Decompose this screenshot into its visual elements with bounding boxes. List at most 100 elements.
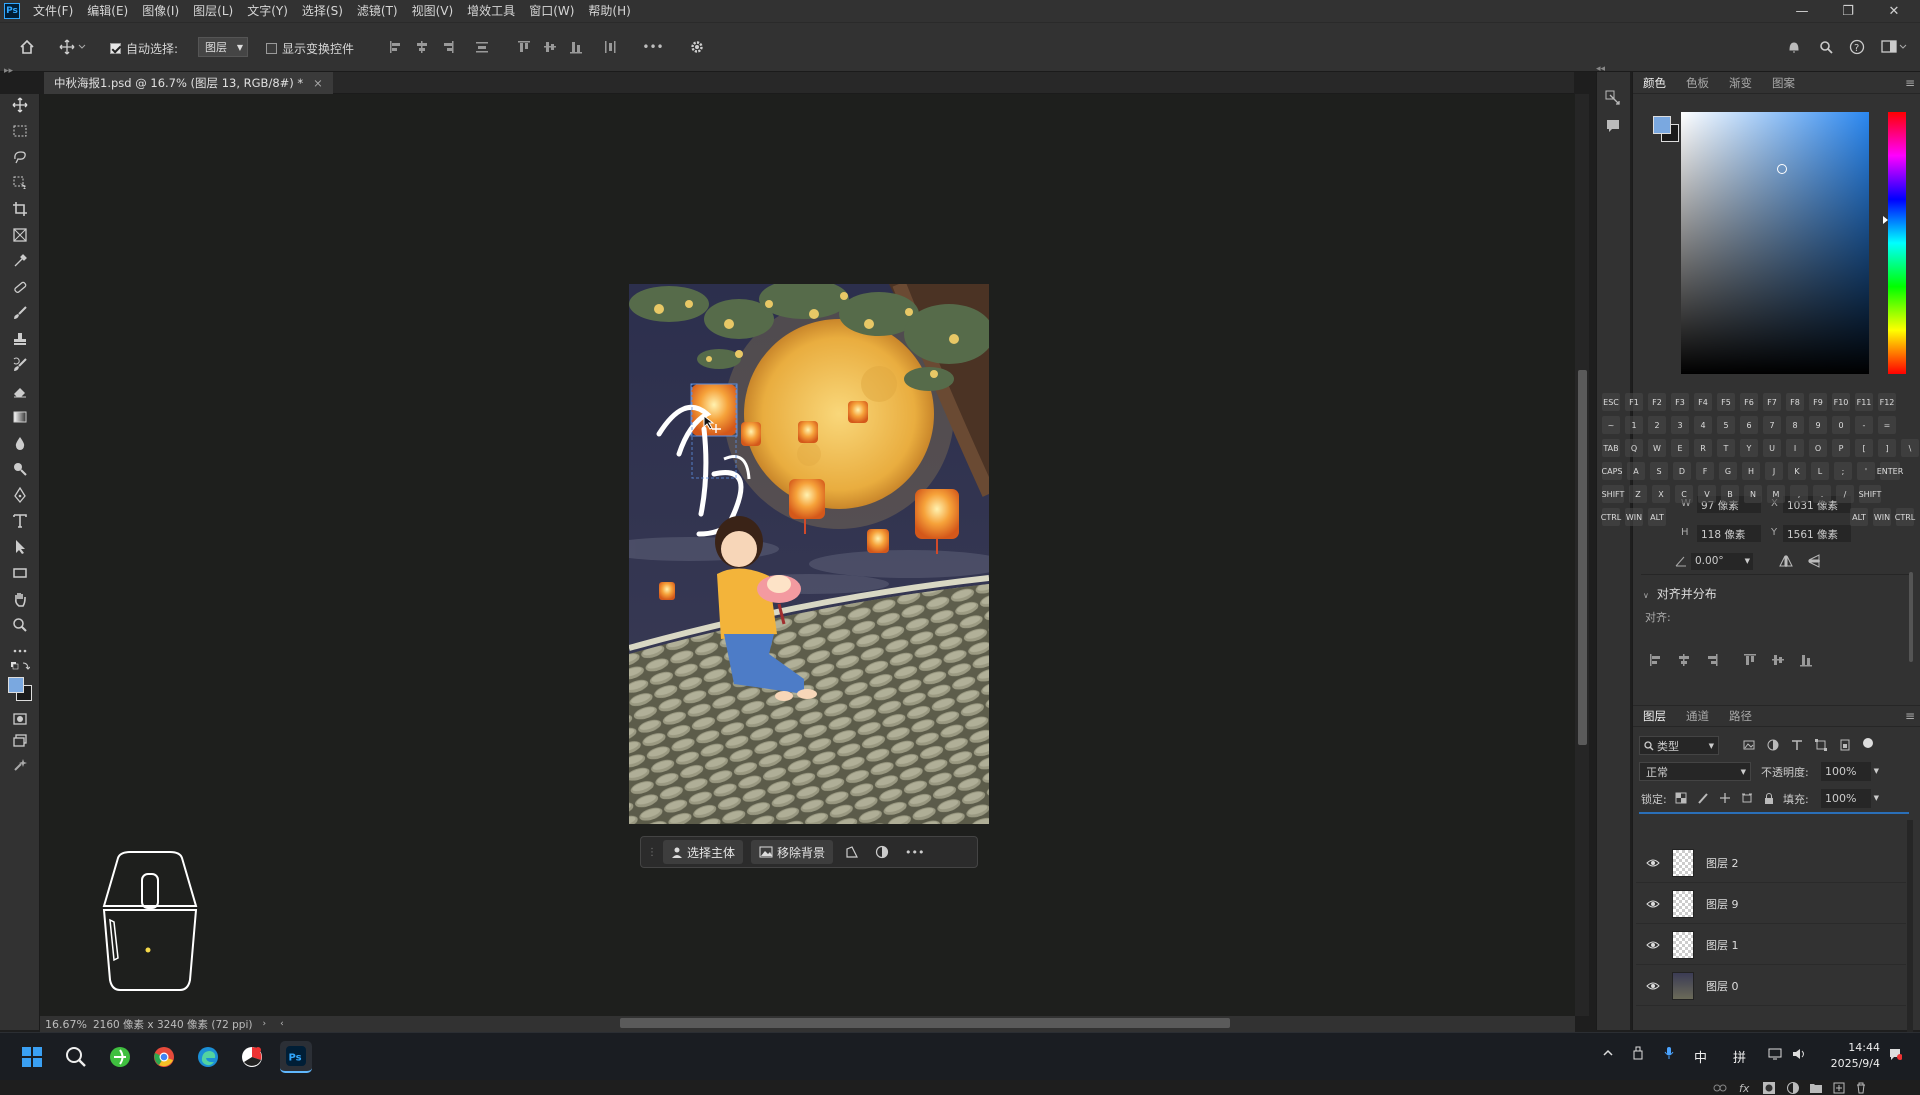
layer-name[interactable]: 图层 0 bbox=[1706, 978, 1739, 994]
delete-layer-icon[interactable] bbox=[1855, 1082, 1867, 1094]
distribute-vertical-icon[interactable] bbox=[471, 36, 493, 58]
more-actions-button[interactable]: ••• bbox=[905, 846, 924, 859]
keyboard-key[interactable]: F7 bbox=[1763, 393, 1781, 411]
keyboard-key[interactable]: ] bbox=[1878, 439, 1896, 457]
menu-item[interactable]: 滤镜(T) bbox=[350, 0, 405, 22]
auto-select-checkbox[interactable] bbox=[110, 43, 121, 54]
select-subject-button[interactable]: 选择主体 bbox=[663, 840, 744, 864]
lasso-tool-icon[interactable] bbox=[8, 146, 32, 168]
ime-language-indicator[interactable]: 中 bbox=[1694, 1047, 1707, 1066]
history-brush-tool-icon[interactable] bbox=[8, 354, 32, 376]
keyboard-key[interactable]: CAPS bbox=[1602, 462, 1622, 480]
crop-tool-icon[interactable] bbox=[8, 198, 32, 220]
layers-panel-menu-icon[interactable]: ≡ bbox=[1905, 709, 1915, 723]
blend-mode-dropdown[interactable]: 正常 ▼ bbox=[1639, 762, 1751, 781]
type-tool-icon[interactable] bbox=[8, 510, 32, 532]
keyboard-key[interactable]: E bbox=[1671, 439, 1689, 457]
remove-background-button[interactable]: 移除背景 bbox=[751, 840, 834, 864]
path-selection-tool-icon[interactable] bbox=[8, 536, 32, 558]
keyboard-key[interactable]: SHIFT bbox=[1859, 485, 1881, 503]
quick-mask-icon[interactable] bbox=[8, 708, 32, 730]
keyboard-key[interactable]: 3 bbox=[1671, 416, 1689, 434]
new-group-icon[interactable] bbox=[1809, 1082, 1823, 1094]
opacity-input[interactable]: 100% ▼ bbox=[1821, 762, 1879, 781]
flip-horizontal-icon[interactable] bbox=[1779, 554, 1793, 568]
add-mask-icon[interactable] bbox=[1763, 1082, 1775, 1094]
eye-icon[interactable] bbox=[1646, 899, 1660, 909]
keyboard-key[interactable]: L bbox=[1811, 462, 1829, 480]
tab-swatches[interactable]: 色板 bbox=[1676, 72, 1719, 94]
lock-position-icon[interactable] bbox=[1719, 792, 1731, 804]
eye-icon[interactable] bbox=[1646, 981, 1660, 991]
panel-align-bottom-icon[interactable] bbox=[1799, 653, 1813, 667]
microphone-icon[interactable] bbox=[1663, 1046, 1675, 1060]
flip-vertical-icon[interactable] bbox=[1807, 554, 1821, 568]
fill-input[interactable]: 100% ▼ bbox=[1821, 789, 1879, 808]
keyboard-key[interactable]: ENTER bbox=[1877, 462, 1903, 480]
home-icon[interactable] bbox=[16, 36, 38, 58]
keyboard-key[interactable]: C bbox=[1675, 485, 1693, 503]
filter-toggle-icon[interactable] bbox=[1863, 738, 1873, 748]
keyboard-key[interactable]: F2 bbox=[1648, 393, 1666, 411]
panel-align-right-icon[interactable] bbox=[1705, 653, 1719, 667]
menu-item[interactable]: 图层(L) bbox=[186, 0, 240, 22]
lock-all-icon[interactable] bbox=[1763, 792, 1775, 804]
tab-patterns[interactable]: 图案 bbox=[1762, 72, 1805, 94]
lock-transparent-icon[interactable] bbox=[1675, 792, 1687, 804]
move-tool-preset-icon[interactable] bbox=[56, 36, 90, 58]
keyboard-key[interactable]: O bbox=[1809, 439, 1827, 457]
keyboard-key[interactable]: = bbox=[1878, 416, 1896, 434]
panel-align-center-icon[interactable] bbox=[1677, 653, 1691, 667]
keyboard-key[interactable]: CTRL bbox=[1895, 508, 1915, 526]
menu-item[interactable]: 帮助(H) bbox=[581, 0, 637, 22]
lock-artboard-icon[interactable] bbox=[1741, 792, 1753, 804]
keyboard-key[interactable]: \ bbox=[1901, 439, 1919, 457]
hue-slider[interactable] bbox=[1883, 112, 1906, 374]
layer-filter-dropdown[interactable]: 类型 ▼ bbox=[1639, 736, 1719, 755]
more-options-button[interactable]: ••• bbox=[642, 36, 664, 58]
keyboard-key[interactable]: Q bbox=[1625, 439, 1643, 457]
keyboard-key[interactable]: F12 bbox=[1878, 393, 1896, 411]
keyboard-key[interactable]: 8 bbox=[1786, 416, 1804, 434]
keyboard-key[interactable]: S bbox=[1650, 462, 1668, 480]
object-selection-tool-icon[interactable] bbox=[8, 172, 32, 194]
restore-button[interactable]: ❐ bbox=[1826, 0, 1870, 22]
keyboard-key[interactable]: F bbox=[1696, 462, 1714, 480]
tab-channels[interactable]: 通道 bbox=[1676, 705, 1719, 727]
keyboard-key[interactable]: D bbox=[1673, 462, 1691, 480]
screen-mode-icon[interactable] bbox=[8, 730, 32, 752]
generative-ai-icon[interactable] bbox=[8, 754, 32, 776]
chevron-left-icon[interactable]: ‹ bbox=[280, 1019, 284, 1029]
menu-item[interactable]: 文件(F) bbox=[26, 0, 80, 22]
menu-item[interactable]: 选择(S) bbox=[295, 0, 350, 22]
keyboard-key[interactable]: 6 bbox=[1740, 416, 1758, 434]
keyboard-key[interactable]: V bbox=[1698, 485, 1716, 503]
filter-shape-icon[interactable] bbox=[1815, 739, 1827, 751]
search-icon[interactable] bbox=[1815, 36, 1837, 58]
keyboard-key[interactable]: X bbox=[1652, 485, 1670, 503]
align-distribute-section-toggle[interactable]: ∨ 对齐并分布 bbox=[1643, 585, 1717, 602]
close-window-button[interactable]: ✕ bbox=[1872, 0, 1916, 22]
menu-item[interactable]: 窗口(W) bbox=[522, 0, 581, 22]
keyboard-key[interactable]: P bbox=[1832, 439, 1850, 457]
keyboard-key[interactable]: I bbox=[1786, 439, 1804, 457]
layer-row[interactable]: 图层 0 bbox=[1636, 966, 1906, 1006]
keyboard-key[interactable]: Y bbox=[1740, 439, 1758, 457]
keyboard-key[interactable]: , bbox=[1790, 485, 1808, 503]
app-icon[interactable] bbox=[236, 1041, 268, 1073]
filter-smart-object-icon[interactable] bbox=[1839, 739, 1851, 751]
keyboard-key[interactable]: 7 bbox=[1763, 416, 1781, 434]
eyedropper-tool-icon[interactable] bbox=[8, 250, 32, 272]
tab-layers[interactable]: 图层 bbox=[1633, 705, 1676, 727]
chrome-icon[interactable] bbox=[148, 1041, 180, 1073]
gear-icon[interactable] bbox=[686, 36, 708, 58]
eye-icon[interactable] bbox=[1646, 858, 1660, 868]
keyboard-key[interactable]: ALT bbox=[1850, 508, 1868, 526]
keyboard-key[interactable]: G bbox=[1719, 462, 1737, 480]
layer-row[interactable]: 图层 2 bbox=[1636, 843, 1906, 883]
volume-icon[interactable] bbox=[1792, 1047, 1806, 1061]
panel-align-left-icon[interactable] bbox=[1649, 653, 1663, 667]
keyboard-key[interactable]: 4 bbox=[1694, 416, 1712, 434]
keyboard-key[interactable]: N bbox=[1744, 485, 1762, 503]
layer-row[interactable]: 图层 9 bbox=[1636, 884, 1906, 924]
